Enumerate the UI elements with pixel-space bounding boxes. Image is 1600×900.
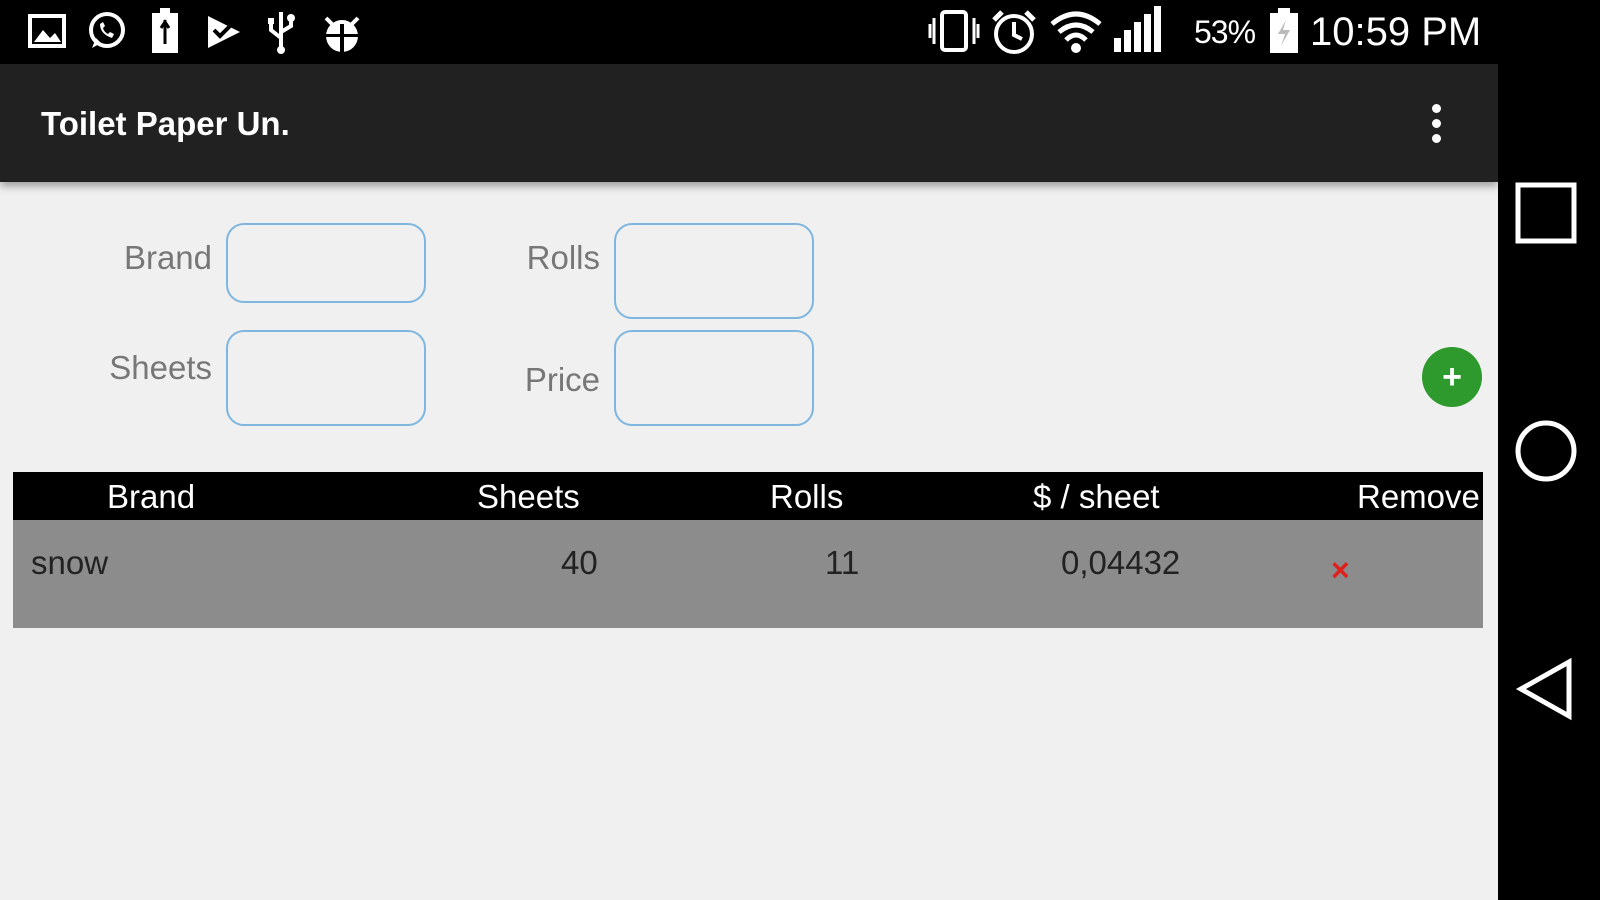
brand-input[interactable] (226, 223, 426, 303)
vibrate-icon (928, 8, 980, 54)
table-row: snow 40 11 0,04432 × (13, 520, 1483, 628)
status-bar: 53% 10:59 PM (0, 0, 1498, 64)
remove-icon[interactable]: × (1331, 550, 1350, 590)
usb-battery-icon (150, 8, 180, 54)
recents-square-icon[interactable] (1513, 180, 1579, 246)
cell-sheets: 40 (561, 544, 598, 581)
cell-brand: snow (31, 544, 109, 581)
rolls-label: Rolls (526, 239, 600, 276)
battery-percent: 53% (1194, 14, 1256, 50)
sheets-input[interactable] (226, 330, 426, 426)
results-table: Brand Sheets Rolls $ / sheet Remove snow… (13, 472, 1483, 628)
clock: 10:59 PM (1310, 10, 1482, 54)
play-store-icon (206, 14, 242, 50)
header-price-per-sheet: $ / sheet (1033, 478, 1160, 515)
home-circle-icon[interactable] (1513, 418, 1579, 484)
signal-icon (1112, 6, 1164, 54)
cell-price-per-sheet: 0,04432 (1061, 544, 1181, 581)
add-button[interactable]: + (1422, 347, 1482, 407)
price-input[interactable] (614, 330, 814, 426)
app-screen: Toilet Paper Un. Brand Rolls Sheets Pric… (0, 64, 1498, 900)
table-header: Brand Sheets Rolls $ / sheet Remove (13, 472, 1483, 520)
app-title: Toilet Paper Un. (41, 105, 290, 142)
battery-icon (1268, 8, 1300, 54)
gallery-icon (28, 14, 66, 48)
alarm-icon (990, 8, 1038, 56)
rolls-input[interactable] (614, 223, 814, 319)
header-rolls: Rolls (770, 478, 844, 515)
action-bar: Toilet Paper Un. (0, 64, 1498, 182)
price-label: Price (524, 361, 600, 398)
whatsapp-icon (86, 10, 128, 52)
sheets-label: Sheets (109, 349, 212, 386)
nav-bar (1498, 0, 1600, 900)
header-sheets: Sheets (477, 478, 580, 515)
header-brand: Brand (107, 478, 196, 515)
header-remove: Remove (1357, 478, 1480, 515)
android-debug-icon (320, 10, 364, 54)
back-triangle-icon[interactable] (1513, 656, 1579, 722)
brand-label: Brand (123, 239, 212, 276)
cell-rolls: 11 (825, 544, 860, 581)
more-vert-icon[interactable] (1418, 100, 1454, 148)
wifi-icon (1050, 10, 1102, 54)
usb-icon (266, 10, 296, 54)
